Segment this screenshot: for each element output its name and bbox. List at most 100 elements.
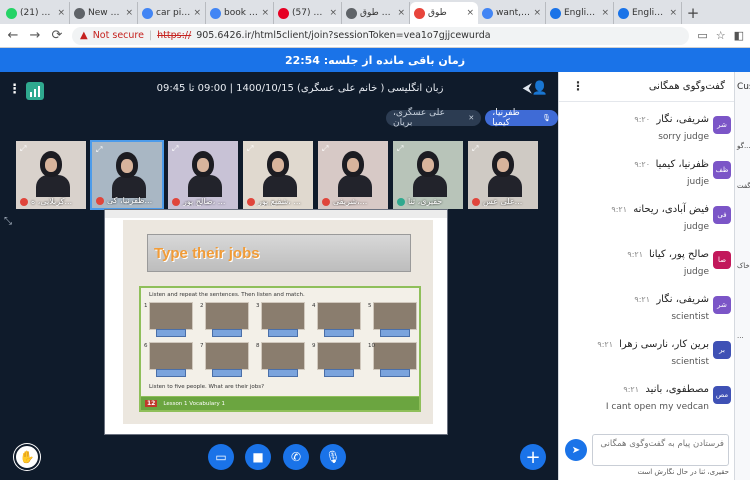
forward-icon[interactable]: → [28,28,42,43]
book-page-image: Listen and repeat the sentences. Then li… [139,286,421,412]
webcam-tile[interactable]: ⤢ شفیع پور، ... [242,140,314,210]
cast-icon[interactable]: ▭ [697,29,707,42]
answer-box [212,329,242,337]
webcam-tile[interactable]: ⤢ ظفرنیا، کی... [90,140,164,210]
user-list-toggle-icon[interactable]: ⮜👤 [523,81,548,96]
browser-tab[interactable]: (21) Wha× [2,2,70,24]
chat-title: گفت‌وگوی همگانی [648,81,725,92]
chat-timestamp: ۹:۲۱ [623,385,639,394]
browser-tab[interactable]: book pin× [206,2,274,24]
actions-plus-button[interactable]: + [520,444,546,470]
fullscreen-icon[interactable]: ⤢ [20,144,26,154]
reload-icon[interactable]: ⟳ [50,28,64,43]
slide-heading-text: Type their jobs [154,244,260,262]
job-picture: 8 [256,342,305,377]
chat-sender-name: صالح پور، کیانا [648,249,709,260]
talking-user-tag[interactable]: ظفرنیا، کیمیا 🎙 [485,108,558,128]
webcam-tile[interactable]: ⤢ حقیری، ثنا [392,140,464,210]
book-instruction-2: Listen to five people. What are their jo… [149,384,265,390]
tab-title: (21) Wha [20,8,54,18]
browser-tab[interactable]: English w× [546,2,614,24]
far-panel-item[interactable]: ... [737,332,744,340]
phone-button[interactable]: ✆ [283,444,309,470]
participant-video [36,151,70,199]
avatar: شر [713,116,731,134]
meeting-header: ⋮ زبان انگلیسی ( خانم علی عسگری) 1400/10… [0,72,558,106]
mic-button[interactable]: 🎙 [320,444,346,470]
browser-tab[interactable]: want, do× [478,2,546,24]
close-tab-icon[interactable]: × [57,8,65,18]
answer-box [268,369,298,377]
webcam-tile[interactable]: ⤢ صالح پور، ... [167,140,239,210]
send-button[interactable]: ➤ [565,439,587,461]
browser-tab[interactable]: English w× [614,2,682,24]
webcam-tile[interactable]: ⤢ علی عس... [467,140,539,210]
minimize-presentation-icon[interactable]: ⤡ [4,216,12,227]
new-tab-button[interactable]: + [682,2,704,24]
slide-heading: Type their jobs [147,234,411,272]
chat-input[interactable] [592,434,729,466]
warning-icon[interactable]: ▲ [80,30,88,41]
far-panel-item[interactable]: گفت... [737,182,750,190]
meeting-title: زبان انگلیسی ( خانم علی عسگری) 1400/10/1… [156,83,444,94]
participant-video [188,151,222,199]
browser-tab[interactable]: New Doc× [70,2,138,24]
browser-tab[interactable]: car pinte× [138,2,206,24]
close-tab-icon[interactable]: × [329,8,337,18]
close-tab-icon[interactable]: × [466,8,474,18]
close-tab-icon[interactable]: × [397,8,405,18]
lesson-label: Lesson 1 Vocabulary 1 [163,400,226,407]
translate-icon [618,7,629,19]
far-panel-item[interactable]: گو... [737,142,750,150]
job-picture: 4 [312,302,361,337]
fullscreen-icon[interactable]: ⤢ [172,144,178,154]
fullscreen-icon[interactable]: ⤢ [96,145,102,155]
video-button[interactable]: ■ [245,444,271,470]
chat-panel: ⋮ گفت‌وگوی همگانی شر شریفی، نگار sorry jud… [558,72,735,480]
url-text: 905.6426.ir/html5client/join?sessionToke… [196,30,491,41]
fullscreen-icon[interactable]: ⤢ [397,144,403,154]
close-tab-icon[interactable]: × [193,8,201,18]
share-screen-button[interactable]: ▭ [208,444,234,470]
options-icon[interactable]: ⋮ [8,82,21,97]
webcam-tile[interactable]: ⤢ کربلایی، ه... [15,140,87,210]
talking-user-tag[interactable]: علی عسگری، بریان ✕ [386,108,482,128]
close-tab-icon[interactable]: × [533,8,541,18]
browser-tab[interactable]: (57) Pint× [274,2,342,24]
answer-box [156,369,186,377]
pinterest-icon [278,7,289,19]
browser-tab[interactable]: پرتال طوق× [342,2,410,24]
address-bar: ← → ⟳ ▲ Not secure | https://905.6426.ir… [0,24,750,48]
back-icon[interactable]: ← [6,28,20,43]
far-panel-item[interactable]: خاک... [737,262,750,270]
talking-user-name: ظفرنیا، کیمیا [492,108,520,128]
browser-tab[interactable]: طوق × [410,2,478,24]
fullscreen-icon[interactable]: ⤢ [322,144,328,154]
close-tab-icon[interactable]: × [125,8,133,18]
typing-indicator: حقیری، ثنا در حال نگارش است [637,468,730,476]
star-icon[interactable]: ☆ [716,29,726,42]
chat-sender-name: ظفرنیا، کیمیا [655,159,709,170]
fullscreen-icon[interactable]: ⤢ [472,144,478,154]
chat-sender-name: فیض آبادی، ریحانه [633,204,709,215]
chat-options-icon[interactable]: ⋮ [572,79,584,93]
close-tab-icon[interactable]: × [601,8,609,18]
session-time-banner: زمان باقی مانده از جلسه: 22:54 [0,48,750,72]
globe-icon [74,7,85,19]
answer-box [324,369,354,377]
chat-message: مص مصطفوی، بانید I cant open my vedcan ۹:۲۱ [559,382,735,427]
webcam-tile[interactable]: ⤢ شریفی،... [317,140,389,210]
extension-icon[interactable]: ◧ [734,29,744,42]
webcam-name: صالح پور، ... [183,197,226,206]
talking-user-name: علی عسگری، بریان [393,108,445,128]
raise-hand-button[interactable]: ✋ [14,444,40,470]
close-tab-icon[interactable]: × [261,8,269,18]
chat-timestamp: ۹:۲۱ [627,250,643,259]
fullscreen-icon[interactable]: ⤢ [247,144,253,154]
side-panel-partial: Custom bra گو... گفت... خاک... ... [734,72,750,480]
url-field[interactable]: ▲ Not secure | https://905.6426.ir/html5… [72,26,690,45]
close-tab-icon[interactable]: × [669,8,677,18]
avatar: صا [713,251,731,269]
tab-title: want, do [496,8,530,18]
connection-status-icon[interactable] [26,82,44,100]
